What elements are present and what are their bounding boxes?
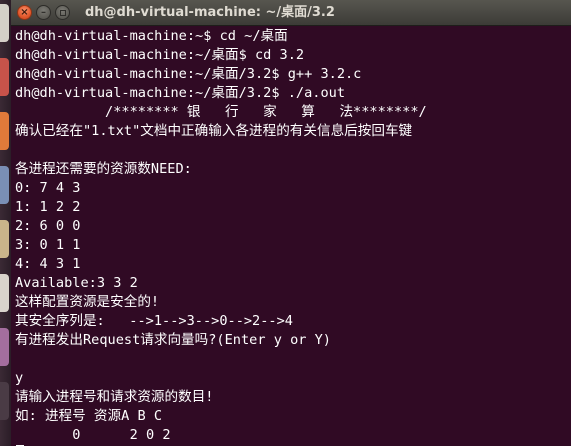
window-title: dh@dh-virtual-machine: ~/桌面/3.2 xyxy=(85,5,335,20)
launcher-item-office[interactable] xyxy=(0,112,9,150)
launcher-item-terminal[interactable] xyxy=(0,382,9,420)
minimize-icon: – xyxy=(41,6,46,18)
launcher-item-settings[interactable] xyxy=(0,328,9,366)
terminal-line: 3: 0 1 1 xyxy=(15,237,81,253)
terminal-line: Available:3 3 2 xyxy=(15,275,138,291)
launcher-item-writer[interactable] xyxy=(0,166,9,204)
terminal-line: 这样配置资源是安全的! xyxy=(15,294,160,310)
terminal-line: dh@dh-virtual-machine:~/桌面/3.2$ g++ 3.2.… xyxy=(15,66,362,82)
terminal-line: 1: 1 2 2 xyxy=(15,199,81,215)
terminal-line: dh@dh-virtual-machine:~/桌面/3.2$ ./a.out xyxy=(15,85,346,101)
close-button[interactable]: × xyxy=(17,5,32,20)
terminal-line: /******** 银 行 家 算 法********/ xyxy=(15,104,427,120)
terminal-line: 请输入进程号和请求资源的数目! xyxy=(15,389,214,405)
launcher-item-calc[interactable] xyxy=(0,220,9,258)
unity-launcher xyxy=(0,0,11,446)
window-titlebar[interactable]: × – dh@dh-virtual-machine: ~/桌面/3.2 xyxy=(11,0,571,26)
terminal-output[interactable]: dh@dh-virtual-machine:~$ cd ~/桌面 dh@dh-vi… xyxy=(15,26,571,446)
maximize-button[interactable] xyxy=(55,5,70,20)
launcher-item-files[interactable] xyxy=(0,4,9,42)
terminal-line: 各进程还需要的资源数NEED: xyxy=(15,161,192,177)
terminal-line: dh@dh-virtual-machine:~/桌面$ cd 3.2 xyxy=(15,47,305,63)
close-icon: × xyxy=(20,6,29,18)
maximize-icon xyxy=(59,9,66,16)
terminal-line: dh@dh-virtual-machine:~$ cd ~/桌面 xyxy=(15,28,288,44)
terminal-line: 4: 4 3 1 xyxy=(15,256,81,272)
terminal-line: 确认已经在"1.txt"文档中正确输入各进程的有关信息后按回车键 xyxy=(15,123,413,139)
terminal-line: y xyxy=(15,370,24,386)
launcher-item-browser[interactable] xyxy=(0,58,9,96)
terminal-line: 0 2 0 2 xyxy=(15,427,171,443)
launcher-item-software-center[interactable] xyxy=(0,274,9,312)
terminal-line: 有进程发出Request请求向量吗?(Enter y or Y) xyxy=(15,332,331,348)
terminal-line: 2: 6 0 0 xyxy=(15,218,81,234)
desktop-screen: × – dh@dh-virtual-machine: ~/桌面/3.2 dh@d… xyxy=(0,0,571,446)
minimize-button[interactable]: – xyxy=(36,5,51,20)
terminal-line: 其安全序列是: -->1-->3-->0-->2-->4 xyxy=(15,313,293,329)
terminal-line: 0: 7 4 3 xyxy=(15,180,81,196)
terminal-line: 如: 进程号 资源A B C xyxy=(15,408,163,424)
